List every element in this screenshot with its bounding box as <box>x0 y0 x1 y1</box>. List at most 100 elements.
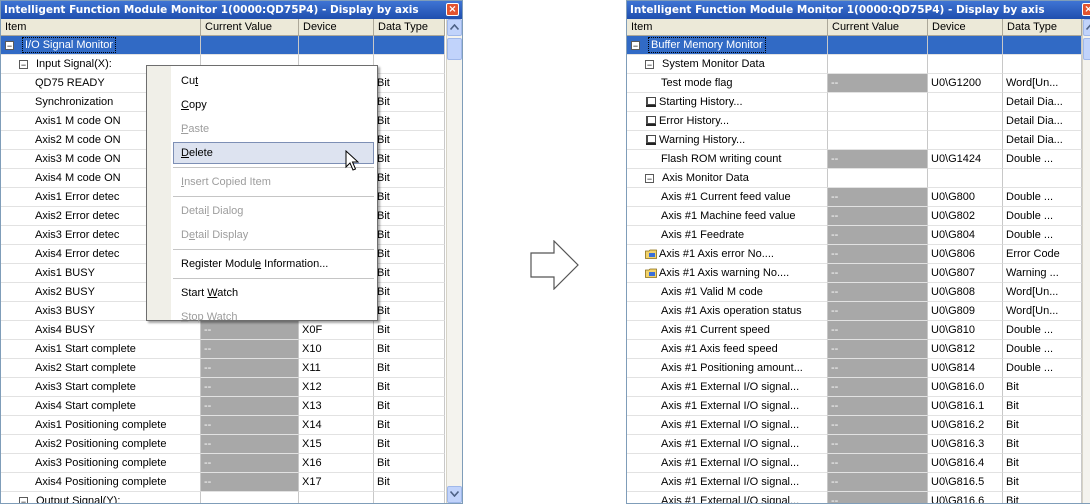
collapse-toggle-icon[interactable]: − <box>645 173 654 183</box>
table-row[interactable]: Axis #1 Feedrate -- U0\G804 Double ... <box>627 226 1082 245</box>
item-cell[interactable]: − Axis Monitor Data <box>627 169 828 188</box>
menu-item-copy[interactable]: Copy <box>181 95 207 115</box>
table-row[interactable]: Axis3 Start complete -- X12 Bit <box>1 378 445 397</box>
column-header-device[interactable]: Device <box>299 19 374 35</box>
table-row[interactable]: Axis #1 External I/O signal... -- U0\G816.… <box>627 454 1082 473</box>
item-cell[interactable]: Axis #1 External I/O signal... <box>627 435 828 454</box>
right-vertical-scrollbar[interactable] <box>1082 19 1090 503</box>
item-cell[interactable]: Axis2 Positioning complete <box>1 435 201 454</box>
table-row[interactable]: Axis1 Start complete -- X10 Bit <box>1 340 445 359</box>
menu-item-detail-display[interactable]: Detail Display <box>181 225 248 245</box>
item-cell[interactable]: Axis #1 Axis error No.... <box>627 245 828 264</box>
item-cell[interactable]: Axis #1 Axis operation status <box>627 302 828 321</box>
table-row[interactable]: Axis #1 Machine feed value -- U0\G802 Doubl… <box>627 207 1082 226</box>
menu-item-register-module-information[interactable]: Register Module Information... <box>181 254 328 274</box>
scroll-up-button[interactable] <box>447 19 462 36</box>
item-cell[interactable]: − System Monitor Data <box>627 55 828 74</box>
item-cell[interactable]: Axis #1 External I/O signal... <box>627 397 828 416</box>
table-row[interactable]: Axis3 Positioning complete -- X16 Bit <box>1 454 445 473</box>
item-cell[interactable]: Error History... <box>627 112 828 131</box>
table-row[interactable]: Axis #1 Current feed value -- U0\G800 Doubl… <box>627 188 1082 207</box>
item-cell[interactable]: Test mode flag <box>627 74 828 93</box>
item-cell[interactable]: Axis3 Start complete <box>1 378 201 397</box>
collapse-toggle-icon[interactable]: − <box>645 59 654 69</box>
item-cell[interactable]: Axis #1 External I/O signal... <box>627 492 828 503</box>
table-row[interactable]: Axis #1 Axis feed speed -- U0\G812 Double .… <box>627 340 1082 359</box>
item-cell[interactable]: − Buffer Memory Monitor <box>627 36 828 55</box>
collapse-toggle-icon[interactable]: − <box>19 59 28 69</box>
column-header-data-type[interactable]: Data Type <box>374 19 445 35</box>
table-row[interactable]: Error History... Detail Dia... <box>627 112 1082 131</box>
table-row[interactable]: Axis #1 External I/O signal... -- U0\G816.… <box>627 416 1082 435</box>
column-header-item[interactable]: Item <box>1 19 201 35</box>
item-cell[interactable]: Axis #1 External I/O signal... <box>627 473 828 492</box>
collapse-toggle-icon[interactable]: − <box>19 496 28 503</box>
item-cell[interactable]: Axis #1 Axis warning No.... <box>627 264 828 283</box>
table-row[interactable]: Axis #1 External I/O signal... -- U0\G816.… <box>627 397 1082 416</box>
item-cell[interactable]: Axis #1 Current speed <box>627 321 828 340</box>
table-row[interactable]: Axis4 Positioning complete -- X17 Bit <box>1 473 445 492</box>
menu-item-detail-dialog[interactable]: Detail Dialog <box>181 201 243 221</box>
item-cell[interactable]: Axis #1 Positioning amount... <box>627 359 828 378</box>
table-row[interactable]: Axis #1 External I/O signal... -- U0\G816.… <box>627 473 1082 492</box>
item-cell[interactable]: Axis #1 External I/O signal... <box>627 378 828 397</box>
menu-item-insert-copied-item[interactable]: Insert Copied Item <box>181 172 271 192</box>
scroll-thumb[interactable] <box>1083 38 1090 60</box>
table-row[interactable]: Axis #1 External I/O signal... -- U0\G816.… <box>627 378 1082 397</box>
column-header-data-type[interactable]: Data Type <box>1003 19 1082 35</box>
table-row[interactable]: Axis #1 Axis error No.... -- U0\G806 Error … <box>627 245 1082 264</box>
item-cell[interactable]: Axis4 Start complete <box>1 397 201 416</box>
left-close-button[interactable]: × <box>446 3 459 16</box>
column-header-device[interactable]: Device <box>928 19 1003 35</box>
menu-item-cut[interactable]: Cut <box>181 71 198 91</box>
item-cell[interactable]: Starting History... <box>627 93 828 112</box>
item-cell[interactable]: Flash ROM writing count <box>627 150 828 169</box>
menu-item-paste[interactable]: Paste <box>181 119 209 139</box>
table-row[interactable]: − I/O Signal Monitor <box>1 36 445 55</box>
table-row[interactable]: Axis #1 Axis warning No.... -- U0\G807 Warn… <box>627 264 1082 283</box>
collapse-toggle-icon[interactable]: − <box>5 40 14 50</box>
collapse-toggle-icon[interactable]: − <box>631 40 640 50</box>
item-cell[interactable]: Axis #1 External I/O signal... <box>627 416 828 435</box>
item-cell[interactable]: Axis #1 External I/O signal... <box>627 454 828 473</box>
table-row[interactable]: − Axis Monitor Data <box>627 169 1082 188</box>
table-row[interactable]: Axis #1 Valid M code -- U0\G808 Word[Un... <box>627 283 1082 302</box>
table-row[interactable]: Flash ROM writing count -- U0\G1424 Double … <box>627 150 1082 169</box>
scroll-thumb[interactable] <box>447 38 462 60</box>
column-header-current-value[interactable]: Current Value <box>828 19 928 35</box>
item-cell[interactable]: Axis #1 Axis feed speed <box>627 340 828 359</box>
item-cell[interactable]: − Output Signal(Y): <box>1 492 201 503</box>
table-row[interactable]: Axis4 Start complete -- X13 Bit <box>1 397 445 416</box>
table-row[interactable]: Axis #1 External I/O signal... -- U0\G816.… <box>627 435 1082 454</box>
table-row[interactable]: Axis #1 Positioning amount... -- U0\G814 Do… <box>627 359 1082 378</box>
table-row[interactable]: Axis #1 Current speed -- U0\G810 Double ... <box>627 321 1082 340</box>
item-cell[interactable]: Axis1 Start complete <box>1 340 201 359</box>
table-row[interactable]: − Buffer Memory Monitor <box>627 36 1082 55</box>
table-row[interactable]: Warning History... Detail Dia... <box>627 131 1082 150</box>
right-close-button[interactable]: × <box>1082 3 1090 16</box>
scroll-up-button[interactable] <box>1083 19 1090 36</box>
table-row[interactable]: − System Monitor Data <box>627 55 1082 74</box>
menu-item-stop-watch[interactable]: Stop Watch <box>181 307 237 327</box>
item-cell[interactable]: Axis #1 Valid M code <box>627 283 828 302</box>
menu-item-start-watch[interactable]: Start Watch <box>181 283 238 303</box>
table-row[interactable]: Test mode flag -- U0\G1200 Word[Un... <box>627 74 1082 93</box>
item-cell[interactable]: Axis4 Positioning complete <box>1 473 201 492</box>
item-cell[interactable]: Axis #1 Feedrate <box>627 226 828 245</box>
item-cell[interactable]: Warning History... <box>627 131 828 150</box>
table-row[interactable]: Starting History... Detail Dia... <box>627 93 1082 112</box>
item-cell[interactable]: Axis #1 Machine feed value <box>627 207 828 226</box>
table-row[interactable]: Axis #1 External I/O signal... -- U0\G816.… <box>627 492 1082 503</box>
item-cell[interactable]: Axis4 BUSY <box>1 321 201 340</box>
table-row[interactable]: Axis2 Positioning complete -- X15 Bit <box>1 435 445 454</box>
table-row[interactable]: Axis2 Start complete -- X11 Bit <box>1 359 445 378</box>
item-cell[interactable]: Axis2 Start complete <box>1 359 201 378</box>
left-vertical-scrollbar[interactable] <box>446 19 462 503</box>
table-row[interactable]: − Output Signal(Y): <box>1 492 445 503</box>
scroll-down-button[interactable] <box>447 486 462 503</box>
item-cell[interactable]: Axis3 Positioning complete <box>1 454 201 473</box>
table-row[interactable]: Axis #1 Axis operation status -- U0\G809 Wo… <box>627 302 1082 321</box>
column-header-current-value[interactable]: Current Value <box>201 19 299 35</box>
column-header-item[interactable]: Item <box>627 19 828 35</box>
menu-item-delete[interactable]: Delete <box>181 143 213 163</box>
